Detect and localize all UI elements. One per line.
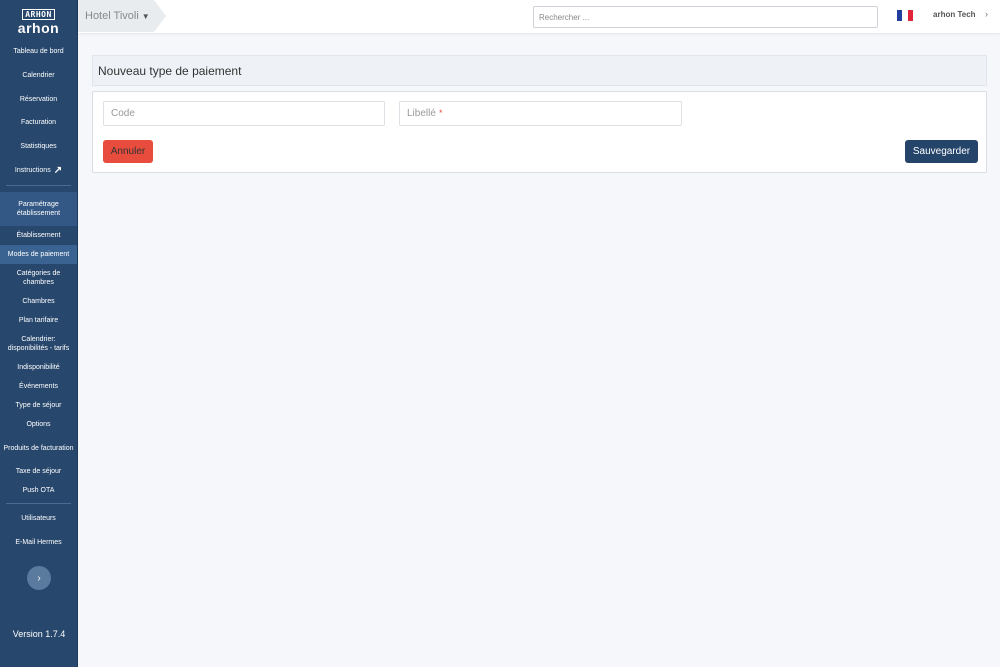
logo-mark: ARHON <box>22 9 55 20</box>
page-title: Nouveau type de paiement <box>98 63 242 78</box>
sidebar-item-label: Établissement <box>16 232 61 240</box>
sidebar-nav: Tableau de bord Calendrier Réservation F… <box>0 40 77 555</box>
sidebar-item-dashboard[interactable]: Tableau de bord <box>0 40 77 64</box>
user-menu[interactable]: arhon Tech <box>933 10 976 19</box>
save-button[interactable]: Sauvegarder <box>905 140 978 163</box>
external-link-icon: ↗ <box>53 164 63 176</box>
sidebar-item-label: Taxe de séjour <box>15 468 62 476</box>
sidebar-item-label: Produits de facturation <box>3 444 74 452</box>
sidebar-item-events[interactable]: Événements <box>0 377 77 396</box>
label-field[interactable] <box>399 101 682 126</box>
sidebar-item-label: Utilisateurs <box>21 515 56 523</box>
sidebar-item-reservation[interactable]: Réservation <box>0 87 77 111</box>
sidebar-item-calendar[interactable]: Calendrier <box>0 64 77 88</box>
sidebar-item-instructions[interactable]: Instructions ↗ <box>0 158 77 182</box>
sidebar-section-settings[interactable]: Paramétrage établissement <box>0 192 77 227</box>
sidebar-item-label: Instructions <box>14 166 51 174</box>
sidebar-item-label: Options <box>26 421 51 429</box>
logo[interactable]: ARHON arhon <box>0 0 77 40</box>
hotel-selector[interactable]: Hotel Tivoli ▼ <box>78 0 166 32</box>
cancel-button[interactable]: Annuler <box>103 140 153 163</box>
top-bar: Hotel Tivoli ▼ arhon Tech › <box>78 0 1000 33</box>
label-field-wrapper: * <box>399 101 682 126</box>
page-title-bar: Nouveau type de paiement <box>92 55 987 86</box>
sidebar-item-label: Push OTA <box>22 487 55 495</box>
sidebar-item-push-ota[interactable]: Push OTA <box>0 481 77 500</box>
sidebar-item-label: Plan tarifaire <box>18 317 59 325</box>
sidebar-item-availability-calendar[interactable]: Calendrier: disponibilités - tarifs <box>0 330 77 358</box>
sidebar-item-label: Catégories de chambres <box>16 270 61 287</box>
version-label: Version 1.7.4 <box>12 629 66 639</box>
sidebar-item-label: Modes de paiement <box>7 251 70 259</box>
search-input[interactable] <box>533 6 878 28</box>
sidebar-item-label: Réservation <box>19 95 58 103</box>
sidebar-item-label: Tableau de bord <box>13 48 64 56</box>
sidebar-item-label: Indisponibilité <box>17 364 60 372</box>
sidebar-collapse-button[interactable]: › <box>27 566 51 590</box>
payment-type-form: * Annuler Sauvegarder <box>92 91 987 173</box>
sidebar-item-label: Événements <box>19 383 58 391</box>
sidebar-item-label: Statistiques <box>20 143 57 151</box>
sidebar-item-establishment[interactable]: Établissement <box>0 226 77 245</box>
sidebar-divider <box>6 185 71 187</box>
sidebar-item-options[interactable]: Options <box>0 415 77 434</box>
sidebar-item-label: Chambres <box>22 298 55 306</box>
chevron-right-icon: › <box>37 572 41 584</box>
french-flag-icon[interactable] <box>897 10 913 21</box>
sidebar-item-label: Calendrier <box>22 72 55 80</box>
hotel-name: Hotel Tivoli <box>85 10 139 22</box>
sidebar-item-statistics[interactable]: Statistiques <box>0 135 77 159</box>
caret-down-icon: ▼ <box>141 11 150 21</box>
logo-wordmark: arhon <box>17 20 60 36</box>
sidebar-item-label: Calendrier: disponibilités - tarifs <box>7 336 70 353</box>
chevron-right-icon[interactable]: › <box>985 9 988 19</box>
code-field[interactable] <box>103 101 385 126</box>
sidebar-item-billing[interactable]: Facturation <box>0 111 77 135</box>
sidebar-item-tourist-tax[interactable]: Taxe de séjour <box>0 462 77 481</box>
sidebar-item-label: E-Mail Hermes <box>15 539 62 547</box>
sidebar-item-users[interactable]: Utilisateurs <box>0 507 77 531</box>
sidebar-divider <box>6 503 71 505</box>
sidebar-item-room-categories[interactable]: Catégories de chambres <box>0 264 77 292</box>
sidebar-item-email-hermes[interactable]: E-Mail Hermes <box>0 531 77 555</box>
sidebar-item-stay-type[interactable]: Type de séjour <box>0 396 77 415</box>
sidebar-item-payment-modes[interactable]: Modes de paiement <box>0 245 77 265</box>
sidebar-item-label: Facturation <box>20 119 57 127</box>
sidebar-item-rooms[interactable]: Chambres <box>0 292 77 311</box>
sidebar-section-label: Paramétrage établissement <box>16 201 61 218</box>
sidebar: ARHON arhon Tableau de bord Calendrier R… <box>0 0 78 667</box>
sidebar-item-rate-plan[interactable]: Plan tarifaire <box>0 311 77 330</box>
sidebar-item-label: Type de séjour <box>15 402 62 410</box>
sidebar-item-unavailability[interactable]: Indisponibilité <box>0 358 77 377</box>
sidebar-item-billing-products[interactable]: Produits de facturation <box>0 434 77 462</box>
